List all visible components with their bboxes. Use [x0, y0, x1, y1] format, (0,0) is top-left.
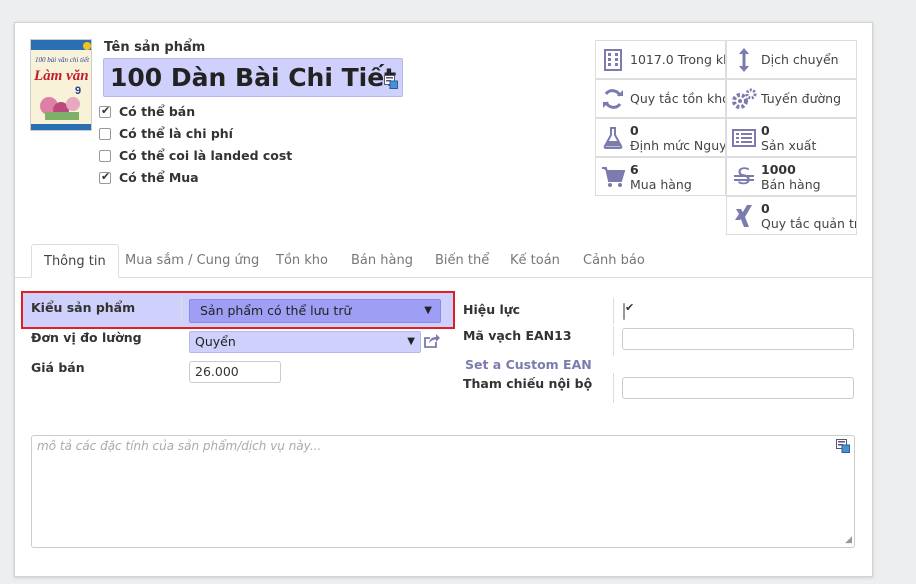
book-cover-grade: 9	[75, 85, 81, 97]
cart-icon	[600, 164, 626, 190]
purchase-ok-label: Có thể Mua	[119, 170, 199, 185]
product-image[interactable]: 100 bài văn chi tiết Làm văn 9	[30, 39, 92, 131]
tab-alerts[interactable]: Cảnh báo	[571, 244, 657, 278]
checkbox-sale-ok[interactable]: Có thể bán	[99, 104, 195, 119]
external-link-icon[interactable]	[423, 333, 441, 353]
routes-label: Tuyến đường	[761, 91, 842, 106]
purchases-value: 6	[630, 161, 639, 177]
governance-rules-value: 0	[761, 200, 770, 216]
smart-button-moves[interactable]: Dịch chuyển	[726, 40, 857, 79]
product-type-value: Sản phẩm có thể lưu trữ	[200, 303, 352, 318]
expense-ok-checkbox[interactable]	[99, 127, 111, 140]
landed-cost-checkbox[interactable]	[99, 149, 111, 162]
dollar-icon: S	[731, 164, 757, 190]
tab-general-info[interactable]: Thông tin	[31, 244, 119, 278]
smart-button-manufacturing[interactable]: 0 Sản xuất	[726, 118, 857, 157]
internal-ref-input[interactable]	[622, 377, 854, 399]
sales-value: 1000	[761, 161, 796, 177]
field-separator	[181, 297, 182, 323]
on-hand-label: Trong kho	[677, 52, 725, 67]
checkbox-purchase-ok[interactable]: Có thể Mua	[99, 170, 199, 185]
active-label: Hiệu lực	[463, 302, 521, 317]
building-icon	[600, 47, 626, 73]
uom-select[interactable]: Quyển ▼	[189, 331, 421, 353]
landed-cost-label: Có thể coi là landed cost	[119, 148, 293, 163]
price-label: Giá bán	[31, 360, 85, 375]
tab-sales[interactable]: Bán hàng	[339, 244, 425, 278]
smart-button-routes[interactable]: Tuyến đường	[726, 79, 857, 118]
moves-label: Dịch chuyển	[761, 52, 839, 67]
uom-value: Quyển	[195, 334, 236, 349]
product-name-label: Tên sản phẩm	[104, 40, 206, 55]
xing-icon	[731, 203, 757, 229]
list-icon	[731, 125, 757, 151]
checkbox-landed-cost[interactable]: Có thể coi là landed cost	[99, 148, 292, 163]
field-separator	[613, 298, 614, 324]
tab-procurement[interactable]: Mua sắm / Cung ứng	[113, 244, 271, 278]
caret-down-icon: ▼	[424, 305, 432, 316]
sale-ok-checkbox[interactable]	[99, 104, 111, 118]
manufacturing-value: 0	[761, 122, 770, 138]
sale-ok-label: Có thể bán	[119, 104, 196, 119]
arrows-vertical-icon	[731, 47, 757, 73]
tab-variants[interactable]: Biến thể	[423, 244, 501, 278]
refresh-icon	[600, 86, 626, 112]
reordering-rules-label: Quy tắc tồn kho	[630, 91, 726, 106]
product-name-field[interactable]: 100 Dàn Bài Chi Tiết Là	[103, 58, 403, 97]
set-custom-ean-link[interactable]: Set a Custom EAN	[465, 357, 592, 372]
internal-ref-label: Tham chiếu nội bộ	[463, 376, 593, 391]
ean-input[interactable]	[622, 328, 854, 350]
smart-button-governance-rules[interactable]: 0 Quy tắc quản trị	[726, 196, 857, 235]
product-form-sheet: 100 bài văn chi tiết Làm văn 9 Tên sản p…	[14, 22, 874, 577]
translate-icon[interactable]	[384, 64, 398, 89]
field-separator	[613, 373, 614, 403]
active-checkbox[interactable]	[623, 303, 625, 320]
smart-button-purchases[interactable]: 6 Mua hàng	[595, 157, 726, 196]
flask-icon	[600, 125, 626, 151]
product-type-label: Kiểu sản phẩm	[31, 300, 136, 315]
smart-button-reordering-rules[interactable]: Quy tắc tồn kho	[595, 79, 726, 118]
manufacturing-label: Sản xuất	[761, 137, 817, 153]
ean-label: Mã vạch EAN13	[463, 328, 572, 343]
resize-handle-icon[interactable]: ◢	[845, 535, 852, 545]
smart-button-bom[interactable]: 0Định mức Nguyên	[595, 118, 726, 157]
checkbox-expense-ok[interactable]: Có thể là chi phí	[99, 126, 233, 141]
smart-button-sales[interactable]: S 1000Bán hàng	[726, 157, 857, 196]
bom-label: Định mức Nguyên	[630, 137, 726, 153]
purchase-ok-checkbox[interactable]	[99, 170, 111, 184]
on-hand-value: 1017.0	[630, 52, 674, 67]
expense-ok-label: Có thể là chi phí	[119, 126, 233, 141]
description-placeholder: mô tả các đặc tính của sản phẩm/dịch vụ …	[37, 439, 322, 453]
product-name-value: 100 Dàn Bài Chi Tiết Là	[110, 63, 402, 92]
governance-rules-label: Quy tắc quản trị	[761, 215, 857, 231]
gears-icon	[731, 86, 757, 112]
smart-button-on-hand[interactable]: 1017.0 Trong kho	[595, 40, 726, 79]
bom-value: 0	[630, 122, 639, 138]
product-type-select[interactable]: Sản phẩm có thể lưu trữ ▼	[189, 299, 441, 323]
price-input[interactable]: 26.000	[189, 361, 281, 383]
description-textarea[interactable]: mô tả các đặc tính của sản phẩm/dịch vụ …	[31, 435, 855, 548]
book-cover-top-text: 100 bài văn chi tiết	[35, 56, 90, 64]
translate-icon[interactable]	[836, 439, 850, 456]
tab-inventory[interactable]: Tồn kho	[264, 244, 340, 278]
uom-label: Đơn vị đo lường	[31, 330, 142, 345]
book-cover-title: Làm văn	[33, 68, 89, 84]
tab-accounting[interactable]: Kế toán	[498, 244, 572, 278]
caret-down-icon: ▼	[407, 336, 415, 347]
purchases-label: Mua hàng	[630, 176, 692, 192]
sales-label: Bán hàng	[761, 176, 821, 192]
field-separator	[613, 326, 614, 356]
